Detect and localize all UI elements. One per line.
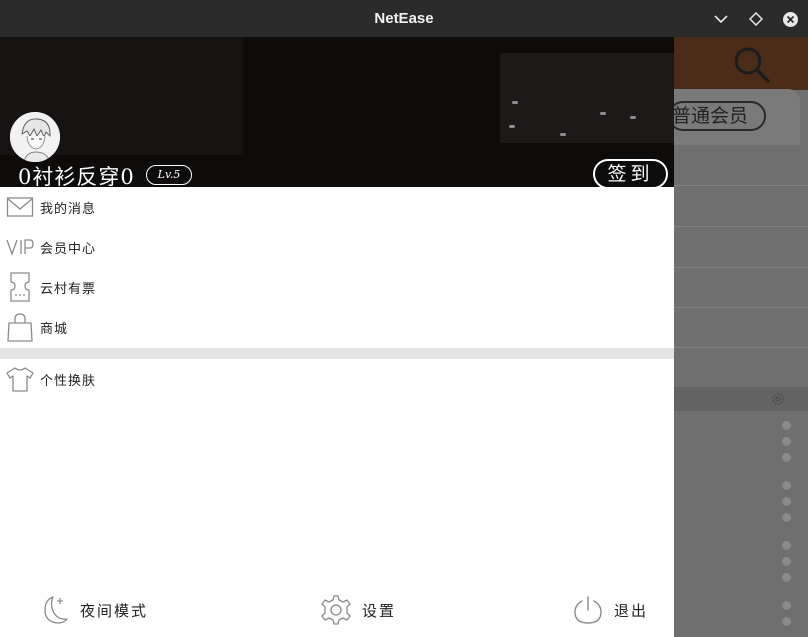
playlist-dot [782, 453, 791, 462]
profile-header: 0衬衫反穿0 Lv.5 签到 [0, 37, 674, 187]
side-drawer: 0衬衫反穿0 Lv.5 签到 我的消息 会员中心 云村有票 商城 个性换肤 夜间… [0, 37, 674, 637]
menu-item-mall[interactable]: 商城 [0, 307, 674, 347]
night-mode-label: 夜间模式 [80, 601, 149, 620]
background-vip-card: 普通会员 [674, 89, 800, 145]
menu-divider [0, 348, 674, 359]
mail-icon [0, 187, 40, 227]
playlist-dot [782, 617, 791, 626]
night-mode-button[interactable]: 夜间模式 [36, 593, 148, 627]
level-badge: Lv.5 [146, 165, 192, 185]
power-icon [574, 596, 602, 624]
header-background [512, 101, 518, 104]
diamond-icon [749, 12, 763, 26]
divider [674, 267, 808, 268]
divider [674, 185, 808, 186]
menu-item-label: 会员中心 [40, 241, 97, 257]
moon-icon [44, 596, 68, 624]
header-background [509, 125, 515, 128]
header-background [630, 116, 636, 119]
avatar[interactable] [10, 112, 60, 162]
menu-item-tickets[interactable]: 云村有票 [0, 267, 674, 307]
app-window: NetEase 普通会员 0衬衫反穿0 Lv.5 签到 我的消息 会员中心 云村… [0, 0, 808, 637]
playlist-dot [782, 497, 791, 506]
close-button[interactable] [780, 9, 800, 29]
settings-label: 设置 [362, 601, 397, 620]
search-icon[interactable] [730, 43, 772, 85]
menu-item-label: 个性换肤 [40, 373, 97, 389]
menu-item-label: 云村有票 [40, 281, 97, 297]
menu-item-vip-center[interactable]: 会员中心 [0, 227, 674, 267]
divider [674, 307, 808, 308]
menu-item-skin[interactable]: 个性换肤 [0, 359, 674, 399]
playlist-dot [782, 601, 791, 610]
chevron-down-icon [714, 15, 728, 24]
minimize-button[interactable] [711, 9, 731, 29]
checkin-button[interactable]: 签到 [593, 159, 668, 187]
playlist-dot [782, 557, 791, 566]
maximize-button[interactable] [746, 9, 766, 29]
playlist-dot [782, 421, 791, 430]
header-background [560, 133, 566, 136]
settings-button[interactable]: 设置 [320, 593, 396, 627]
divider [674, 226, 808, 227]
close-icon [782, 11, 798, 27]
logout-button[interactable]: 退出 [572, 593, 648, 627]
playlist-dot [782, 437, 791, 446]
drawer-bottom-bar: 夜间模式 设置 退出 [0, 587, 674, 637]
background-app-overlay[interactable]: 普通会员 [674, 37, 808, 637]
drawer-menu: 我的消息 会员中心 云村有票 商城 个性换肤 [0, 187, 674, 399]
playlist-dot [782, 481, 791, 490]
title-bar: NetEase [0, 0, 808, 37]
header-background [500, 53, 674, 143]
background-section-header [674, 387, 808, 411]
playlist-dot [782, 541, 791, 550]
logout-label: 退出 [614, 601, 649, 620]
ticket-icon [0, 267, 40, 307]
divider [674, 347, 808, 348]
menu-item-messages[interactable]: 我的消息 [0, 187, 674, 227]
username[interactable]: 0衬衫反穿0 [18, 161, 135, 187]
playlist-dot [782, 513, 791, 522]
window-title: NetEase [374, 10, 434, 27]
vip-icon [0, 227, 40, 267]
menu-item-label: 商城 [40, 321, 69, 337]
gear-icon [321, 595, 351, 625]
tshirt-icon [0, 359, 40, 399]
menu-item-label: 我的消息 [40, 201, 97, 217]
header-background [600, 112, 606, 115]
playlist-dot [782, 573, 791, 582]
shopping-bag-icon [0, 307, 40, 347]
gear-icon[interactable] [770, 391, 786, 407]
vip-badge[interactable]: 普通会员 [674, 101, 766, 131]
